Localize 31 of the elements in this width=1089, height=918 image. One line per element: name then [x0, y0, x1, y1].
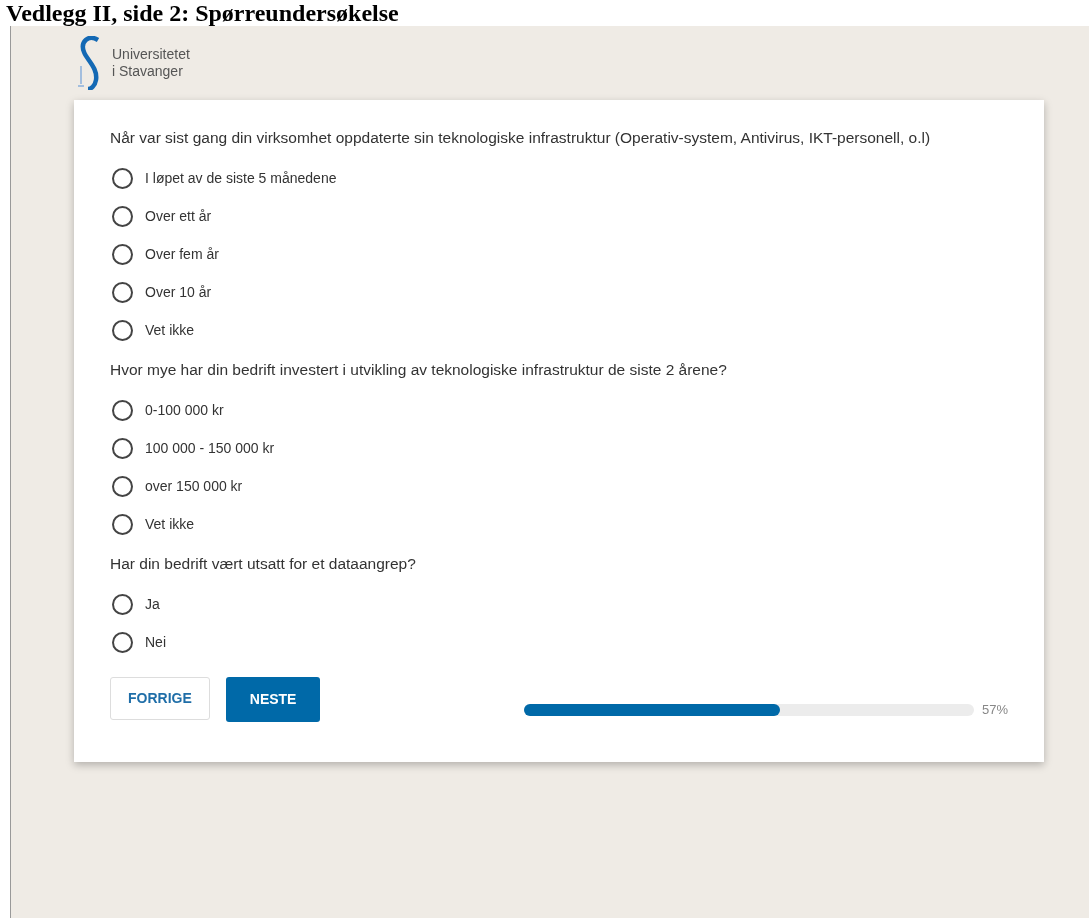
option-label[interactable]: over 150 000 kr: [145, 476, 243, 497]
logo-text: i Stavanger: [112, 63, 184, 80]
option-label[interactable]: Ja: [145, 594, 160, 615]
radio-button[interactable]: [112, 320, 133, 341]
radio-button[interactable]: [112, 400, 133, 421]
radio-button[interactable]: [112, 632, 133, 653]
option-label[interactable]: Over ett år: [145, 206, 212, 227]
option-label[interactable]: Over 10 år: [145, 282, 212, 303]
option-label[interactable]: Vet ikke: [145, 514, 195, 535]
question-text: Hvor mye har din bedrift investert i utvikling av teknologiske infrastruktur de siste 2 årene?: [110, 360, 728, 380]
radio-button[interactable]: [112, 438, 133, 459]
radio-button[interactable]: [112, 282, 133, 303]
question-text: Har din bedrift vært utsatt for et dataangrep?: [110, 554, 417, 574]
radio-button[interactable]: [112, 594, 133, 615]
logo-text: Universitetet: [112, 46, 190, 63]
option-label[interactable]: 100 000 - 150 000 kr: [145, 438, 275, 459]
option-label[interactable]: 0-100 000 kr: [145, 400, 224, 421]
radio-button[interactable]: [112, 206, 133, 227]
next-button[interactable]: NESTE: [225, 677, 321, 722]
radio-button[interactable]: [112, 168, 133, 189]
radio-button[interactable]: [112, 244, 133, 265]
radio-button[interactable]: [112, 476, 133, 497]
option-label[interactable]: Nei: [145, 632, 166, 653]
progress-percent: 57%: [981, 700, 1008, 719]
option-label[interactable]: Over fem år: [145, 244, 219, 265]
previous-button[interactable]: FORRIGE: [110, 677, 210, 720]
option-label[interactable]: Vet ikke: [145, 320, 195, 341]
option-label[interactable]: I løpet av de siste 5 månedene: [145, 168, 337, 189]
document-heading: Vedlegg II, side 2: Spørreundersøkelse: [5, 0, 400, 26]
question-text: Når var sist gang din virksomhet oppdaterte sin teknologiske infrastruktur (Operativ-system, Antivirus, IKT-personell, o.l): [110, 128, 932, 148]
radio-button[interactable]: [112, 514, 133, 535]
